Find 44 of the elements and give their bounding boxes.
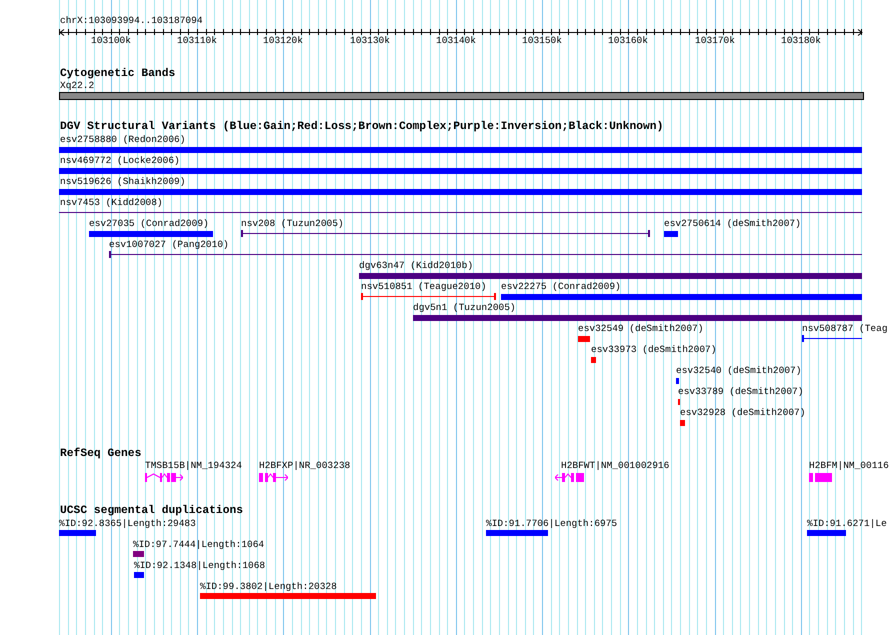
gene-label: H2BFM|NM_00116 bbox=[809, 460, 889, 472]
gene-label: TMSB15B|NM_194324 bbox=[145, 460, 242, 472]
variant-label: nsv508787 (Teag bbox=[802, 323, 888, 335]
tick-label: 103160k bbox=[608, 35, 648, 47]
variant-label: dgv5n1 (Tuzun2005) bbox=[413, 302, 516, 314]
tick-label: 103180k bbox=[781, 35, 821, 47]
gene-model-drawing bbox=[809, 472, 832, 483]
tick-label: 103150k bbox=[522, 35, 562, 47]
tick-label: 103140k bbox=[436, 35, 476, 47]
track-title: Cytogenetic Bands bbox=[60, 68, 176, 80]
tick-label: 103170k bbox=[695, 35, 735, 47]
gene-label: H2BFWT|NM_001002916 bbox=[561, 460, 670, 472]
duplication-label: %ID:99.3802|Length:20328 bbox=[200, 581, 337, 593]
duplication-label: %ID:91.7706|Length:6975 bbox=[486, 518, 618, 530]
track-title: UCSC segmental duplications bbox=[60, 505, 244, 517]
tick-label: 103130k bbox=[350, 35, 390, 47]
variant-label: dgv63n47 (Kidd2010b) bbox=[359, 260, 474, 272]
track-title: RefSeq Genes bbox=[60, 448, 142, 460]
tick-label: 103120k bbox=[263, 35, 303, 47]
duplication-label: %ID:91.6271|Le bbox=[807, 518, 887, 530]
variant-label: nsv7453 (Kidd2008) bbox=[60, 197, 163, 209]
variant-label: nsv469772 (Locke2006) bbox=[60, 155, 180, 167]
duplication-label: %ID:92.8365|Length:29483 bbox=[59, 518, 196, 530]
tick-label: 103100k bbox=[91, 35, 131, 47]
variant-label: nsv510851 (Teague2010) bbox=[361, 281, 486, 293]
gene-label: H2BFXP|NR_003238 bbox=[259, 460, 350, 472]
variant-label: esv33789 (deSmith2007) bbox=[678, 386, 804, 398]
variant-label: esv2750614 (deSmith2007) bbox=[664, 218, 801, 230]
variant-label: esv32928 (deSmith2007) bbox=[680, 407, 806, 419]
variant-label: esv32540 (deSmith2007) bbox=[676, 365, 802, 377]
track-title: DGV Structural Variants (Blue:Gain;Red:Loss;Brown:Complex;Purple:Inversion;Black:Unknown) bbox=[60, 121, 664, 133]
variant-label: nsv519626 (Shaikh2009) bbox=[60, 176, 186, 188]
variant-label: esv33973 (deSmith2007) bbox=[591, 344, 716, 356]
chromosome-position: chrX:103093994..103187094 bbox=[60, 15, 203, 27]
variant-label: esv32549 (deSmith2007) bbox=[578, 323, 704, 335]
variant-label: esv2758880 (Redon2006) bbox=[60, 134, 186, 146]
variant-label: esv1007027 (Pang2010) bbox=[109, 239, 229, 251]
variant-label: nsv208 (Tuzun2005) bbox=[241, 218, 344, 230]
duplication-label: %ID:92.1348|Length:1068 bbox=[134, 560, 266, 572]
tick-label: 103110k bbox=[177, 35, 217, 47]
duplication-label: %ID:97.7444|Length:1064 bbox=[133, 539, 264, 551]
variant-label: esv27035 (Conrad2009) bbox=[89, 218, 209, 230]
variant-label: esv22275 (Conrad2009) bbox=[501, 281, 621, 293]
band-label: Xq22.2 bbox=[60, 80, 94, 92]
